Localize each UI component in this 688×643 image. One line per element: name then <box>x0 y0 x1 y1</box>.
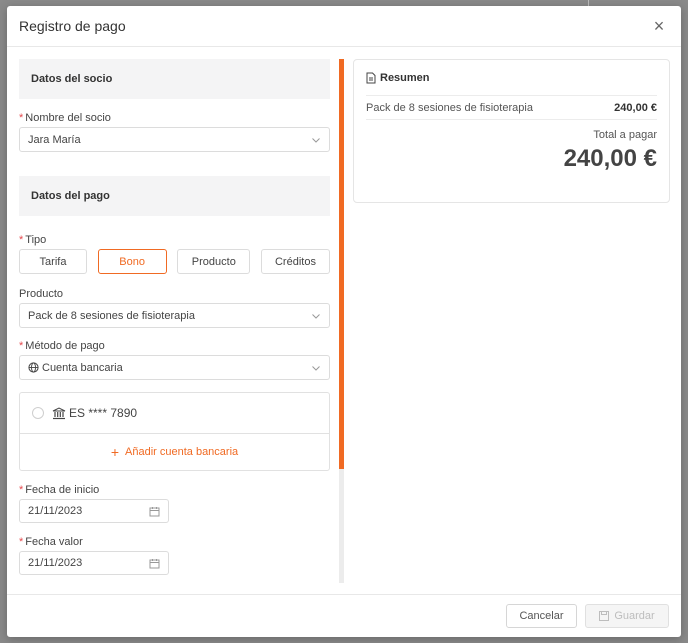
type-label: * Tipo <box>19 234 47 246</box>
close-icon[interactable]: × <box>649 16 669 36</box>
start-date-label: * Fecha de inicio <box>19 484 100 496</box>
value-date-value: 21/11/2023 <box>28 557 83 569</box>
type-option-producto[interactable]: Producto <box>177 249 251 274</box>
chevron-down-icon <box>312 313 320 319</box>
required-marker: * <box>19 234 24 246</box>
type-option-tarifa[interactable]: Tarifa <box>19 249 87 274</box>
payment-method-select[interactable]: Cuenta bancaria <box>19 355 330 380</box>
payment-modal: Registro de pago × Datos del socio * Nomb… <box>7 6 681 637</box>
calendar-icon <box>149 558 160 568</box>
product-label: Producto <box>19 288 64 300</box>
save-label: Guardar <box>614 610 655 622</box>
summary-item-name: Pack de 8 sesiones de fisioterapia <box>366 101 533 114</box>
product-select[interactable]: Pack de 8 sesiones de fisioterapia <box>19 303 330 328</box>
required-marker: * <box>19 112 24 124</box>
chevron-down-icon <box>312 365 320 371</box>
start-date-value: 21/11/2023 <box>28 505 83 517</box>
value-date-field: * Fecha valor 21/11/2023 <box>19 536 330 575</box>
start-date-input[interactable]: 21/11/2023 <box>19 499 169 523</box>
form-column: Datos del socio * Nombre del socio Jara M… <box>19 59 330 575</box>
globe-icon <box>28 362 39 373</box>
summary-title: Resumen <box>380 71 430 84</box>
modal-footer: Cancelar Guardar <box>7 594 681 637</box>
summary-header: Resumen <box>366 60 657 96</box>
member-name-select[interactable]: Jara María <box>19 127 330 152</box>
payment-method-value: Cuenta bancaria <box>42 361 123 374</box>
type-option-creditos[interactable]: Créditos <box>260 249 330 274</box>
summary-line-item: Pack de 8 sesiones de fisioterapia 240,0… <box>366 96 657 120</box>
total-amount: 240,00 € <box>563 145 657 172</box>
modal-header: Registro de pago × <box>7 6 681 47</box>
summary-card: Resumen Pack de 8 sesiones de fisioterap… <box>353 59 670 203</box>
member-section-title: Datos del socio <box>19 59 330 99</box>
save-icon <box>599 611 610 621</box>
required-marker: * <box>19 536 24 548</box>
payment-method-field: * Método de pago Cuenta bancaria <box>19 340 330 380</box>
scrollbar-thumb[interactable] <box>339 59 344 469</box>
product-field: Producto Pack de 8 sesiones de fisiotera… <box>19 288 330 328</box>
bank-accounts-box: ES **** 7890 + Añadir cuenta bancaria <box>19 392 330 471</box>
add-bank-account-label: Añadir cuenta bancaria <box>125 446 239 458</box>
member-name-value: Jara María <box>28 133 81 146</box>
value-date-input[interactable]: 21/11/2023 <box>19 551 169 575</box>
document-icon <box>366 72 376 83</box>
type-segmented-control: Tarifa Bono Producto Créditos <box>19 249 330 274</box>
required-marker: * <box>19 484 24 496</box>
payment-section-title: Datos del pago <box>19 176 330 216</box>
payment-method-label: * Método de pago <box>19 340 105 352</box>
form-scrollbar[interactable] <box>339 59 344 583</box>
modal-title: Registro de pago <box>19 18 126 34</box>
plus-icon: + <box>110 444 120 460</box>
bank-account-number: ES **** 7890 <box>69 406 138 420</box>
type-option-bono[interactable]: Bono <box>97 249 167 274</box>
value-date-label: * Fecha valor <box>19 536 83 548</box>
required-marker: * <box>19 340 24 352</box>
cancel-button[interactable]: Cancelar <box>506 604 577 628</box>
add-bank-account-button[interactable]: + Añadir cuenta bancaria <box>20 434 329 470</box>
total-label: Total a pagar <box>593 129 657 141</box>
product-value: Pack de 8 sesiones de fisioterapia <box>28 309 195 322</box>
calendar-icon <box>149 506 160 516</box>
bank-icon <box>52 406 66 419</box>
chevron-down-icon <box>312 137 320 143</box>
start-date-field: * Fecha de inicio 21/11/2023 <box>19 484 330 523</box>
member-name-label: * Nombre del socio <box>19 112 111 124</box>
summary-item-amount: 240,00 € <box>614 101 657 114</box>
bank-account-option[interactable]: ES **** 7890 <box>20 393 329 434</box>
radio-button[interactable] <box>32 407 44 419</box>
type-field: * Tipo Tarifa Bono Producto Créditos <box>19 234 330 274</box>
save-button[interactable]: Guardar <box>585 604 669 628</box>
member-name-field: * Nombre del socio Jara María <box>19 112 330 152</box>
modal-body: Datos del socio * Nombre del socio Jara M… <box>7 47 681 594</box>
